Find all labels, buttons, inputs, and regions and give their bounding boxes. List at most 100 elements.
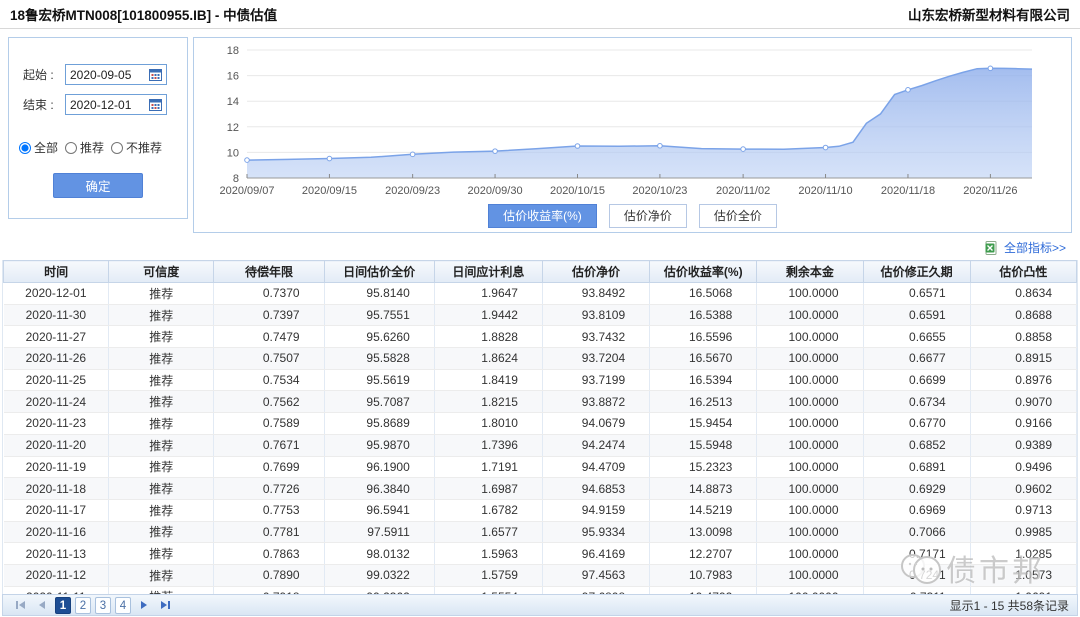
table-cell: 1.6577 [434, 521, 542, 543]
start-date-label: 起始 : [23, 66, 61, 83]
table-cell: 0.6770 [863, 413, 970, 435]
column-header[interactable]: 待偿年限 [214, 261, 324, 283]
table-cell: 推荐 [109, 304, 214, 326]
table-cell: 推荐 [109, 456, 214, 478]
svg-text:2020/11/18: 2020/11/18 [881, 185, 935, 197]
data-table: 时间可信度待偿年限日间估价全价日间应计利息估价净价估价收益率(%)剩余本金估价修… [3, 260, 1077, 608]
table-cell: 1.9647 [434, 283, 542, 305]
column-header[interactable]: 估价收益率(%) [650, 261, 757, 283]
radio-not-recommend-input[interactable] [111, 142, 123, 154]
table-row: 2020-11-17推荐0.775396.59411.678294.915914… [4, 499, 1077, 521]
radio-all-input[interactable] [19, 142, 31, 154]
page-button-2[interactable]: 2 [75, 597, 91, 614]
table-cell: 100.0000 [757, 369, 863, 391]
table-cell: 93.8109 [542, 304, 649, 326]
table-cell: 100.0000 [757, 348, 863, 370]
table-cell: 100.0000 [757, 304, 863, 326]
calendar-icon[interactable] [149, 99, 162, 111]
end-date-label: 结束 : [23, 96, 61, 113]
radio-recommend[interactable]: 推荐 [65, 139, 104, 156]
excel-export-icon[interactable] [985, 241, 999, 255]
table-cell: 1.8010 [434, 413, 542, 435]
table-cell: 0.9602 [970, 478, 1076, 500]
table-cell: 100.0000 [757, 499, 863, 521]
table-cell: 0.8915 [970, 348, 1076, 370]
svg-text:2020/09/23: 2020/09/23 [385, 185, 440, 197]
last-page-button[interactable] [157, 597, 175, 614]
all-indicators-link[interactable]: 全部指标>> [1004, 239, 1066, 256]
table-row: 2020-11-27推荐0.747995.62601.882893.743216… [4, 326, 1077, 348]
page-button-3[interactable]: 3 [95, 597, 111, 614]
radio-all[interactable]: 全部 [19, 139, 58, 156]
table-row: 2020-11-25推荐0.753495.56191.841993.719916… [4, 369, 1077, 391]
column-header[interactable]: 估价修正久期 [863, 261, 970, 283]
column-header[interactable]: 估价净价 [542, 261, 649, 283]
table-cell: 0.6891 [863, 456, 970, 478]
table-cell: 16.5068 [650, 283, 757, 305]
table-cell: 100.0000 [757, 478, 863, 500]
chart-tabs: 估价收益率(%) 估价净价估价全价 [194, 204, 1071, 228]
calendar-icon[interactable] [149, 69, 162, 81]
table-cell: 1.8215 [434, 391, 542, 413]
start-date-field[interactable]: 2020-09-05 [65, 64, 167, 85]
table-cell: 96.4169 [542, 543, 649, 565]
tab-yield-rate[interactable]: 估价收益率(%) [488, 204, 597, 228]
radio-recommend-input[interactable] [65, 142, 77, 154]
page-button-4[interactable]: 4 [115, 597, 131, 614]
table-cell: 2020-11-26 [4, 348, 109, 370]
table-cell: 94.2474 [542, 434, 649, 456]
column-header[interactable]: 估价凸性 [970, 261, 1076, 283]
table-cell: 0.9985 [970, 521, 1076, 543]
tab-net-price[interactable]: 估价净价 [609, 204, 687, 228]
tab-full-price[interactable]: 估价全价 [699, 204, 777, 228]
filter-panel: 起始 : 2020-09-05 结束 : 2020-12-01 全部推荐不推荐 … [8, 37, 188, 219]
table-cell: 16.5394 [650, 369, 757, 391]
table-cell: 2020-11-19 [4, 456, 109, 478]
svg-text:8: 8 [233, 173, 239, 185]
table-cell: 1.7396 [434, 434, 542, 456]
column-header[interactable]: 日间估价全价 [324, 261, 434, 283]
table-cell: 0.6571 [863, 283, 970, 305]
confirm-button[interactable]: 确定 [53, 173, 143, 198]
table-cell: 100.0000 [757, 543, 863, 565]
first-page-button[interactable] [11, 597, 29, 614]
table-cell: 0.6852 [863, 434, 970, 456]
column-header[interactable]: 日间应计利息 [434, 261, 542, 283]
table-cell: 14.8873 [650, 478, 757, 500]
table-cell: 0.7671 [214, 434, 324, 456]
svg-text:2020/11/02: 2020/11/02 [716, 185, 770, 197]
table-cell: 2020-11-17 [4, 499, 109, 521]
svg-text:12: 12 [227, 122, 239, 134]
table-cell: 2020-11-16 [4, 521, 109, 543]
next-page-button[interactable] [135, 597, 153, 614]
table-cell: 15.5948 [650, 434, 757, 456]
table-cell: 0.9166 [970, 413, 1076, 435]
table-cell: 94.9159 [542, 499, 649, 521]
table-cell: 94.0679 [542, 413, 649, 435]
column-header[interactable]: 剩余本金 [757, 261, 863, 283]
svg-text:2020/10/23: 2020/10/23 [632, 185, 687, 197]
radio-not-recommend[interactable]: 不推荐 [111, 139, 162, 156]
table-cell: 0.9496 [970, 456, 1076, 478]
table-row: 2020-11-26推荐0.750795.58281.862493.720416… [4, 348, 1077, 370]
recommend-filter-group: 全部推荐不推荐 [19, 139, 187, 156]
prev-page-button[interactable] [33, 597, 51, 614]
table-row: 2020-11-20推荐0.767195.98701.739694.247415… [4, 434, 1077, 456]
column-header[interactable]: 可信度 [109, 261, 214, 283]
column-header[interactable]: 时间 [4, 261, 109, 283]
svg-text:2020/11/26: 2020/11/26 [963, 185, 1017, 197]
table-cell: 0.9070 [970, 391, 1076, 413]
page-button-1[interactable]: 1 [55, 597, 71, 614]
table-cell: 0.7241 [863, 564, 970, 586]
table-cell: 97.4563 [542, 564, 649, 586]
table-row: 2020-11-16推荐0.778197.59111.657795.933413… [4, 521, 1077, 543]
table-cell: 16.2513 [650, 391, 757, 413]
yield-chart: 810121416182020/09/072020/09/152020/09/2… [195, 42, 1070, 204]
pagination: 1234 显示1 - 15 共58条记录 [2, 594, 1078, 616]
table-cell: 100.0000 [757, 456, 863, 478]
table-cell: 100.0000 [757, 391, 863, 413]
end-date-field[interactable]: 2020-12-01 [65, 94, 167, 115]
table-cell: 100.0000 [757, 434, 863, 456]
table-cell: 0.6969 [863, 499, 970, 521]
company-name: 山东宏桥新型材料有限公司 [908, 4, 1070, 24]
